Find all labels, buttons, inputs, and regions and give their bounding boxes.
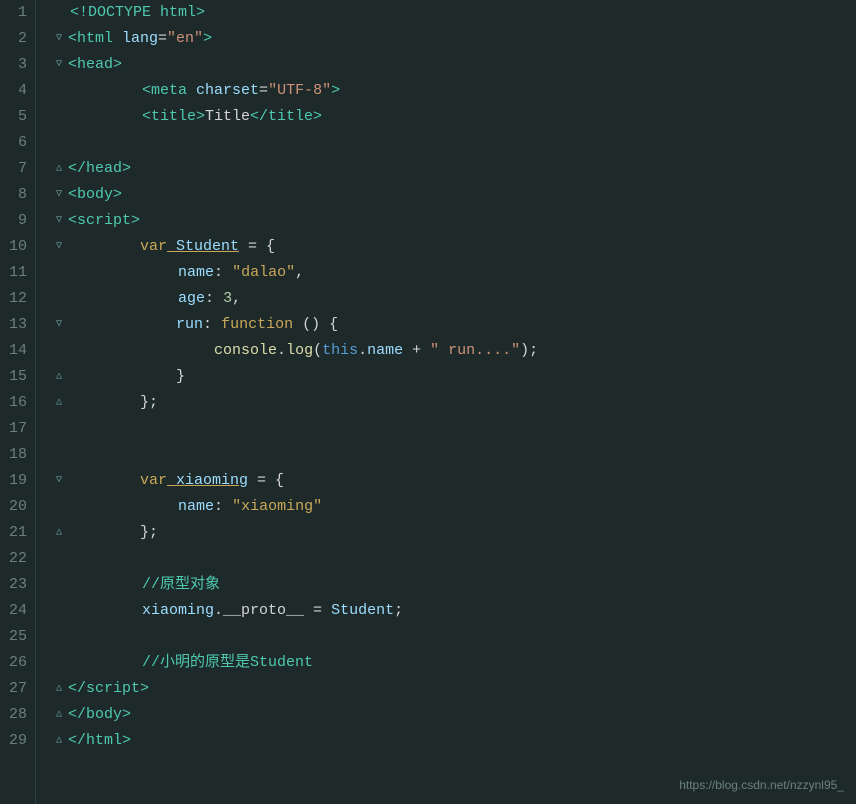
script-close: </script> (68, 676, 149, 702)
code-line-24: xiaoming.__proto__ = Student; (52, 598, 856, 624)
code-line-4: <meta charset="UTF-8"> (52, 78, 856, 104)
line-numbers: 1 2 3 4 5 6 7 8 9 10 11 12 13 14 15 16 1… (0, 0, 36, 804)
code-line-9: ▽ <script> (52, 208, 856, 234)
code-line-1: <!DOCTYPE html> (52, 0, 856, 26)
html-close: </html> (68, 728, 131, 754)
code-line-6 (52, 130, 856, 156)
code-line-27: △ </script> (52, 676, 856, 702)
ln-4: 4 (0, 78, 27, 104)
code-line-2: ▽ <html lang="en"> (52, 26, 856, 52)
fold-3[interactable]: ▽ (52, 58, 66, 72)
ln-9: 9 (0, 208, 27, 234)
ln-13: 13 (0, 312, 27, 338)
code-line-7: △ </head> (52, 156, 856, 182)
ln-8: 8 (0, 182, 27, 208)
code-line-16: △ }; (52, 390, 856, 416)
ln-10: 10 (0, 234, 27, 260)
comment-2: //小明的原型是Student (142, 650, 313, 676)
code-line-20: name: "xiaoming" (52, 494, 856, 520)
script-open: <script> (68, 208, 140, 234)
code-line-12: age: 3, (52, 286, 856, 312)
doctype: <!DOCTYPE html> (70, 0, 205, 26)
ln-12: 12 (0, 286, 27, 312)
fold-2[interactable]: ▽ (52, 32, 66, 46)
fold-9[interactable]: ▽ (52, 214, 66, 228)
ln-11: 11 (0, 260, 27, 286)
ln-3: 3 (0, 52, 27, 78)
code-line-14: console.log(this.name + " run...."); (52, 338, 856, 364)
body-close: </body> (68, 702, 131, 728)
ln-14: 14 (0, 338, 27, 364)
code-line-3: ▽ <head> (52, 52, 856, 78)
ln-17: 17 (0, 416, 27, 442)
head-open: <head> (68, 52, 122, 78)
code-line-25 (52, 624, 856, 650)
code-line-5: <title>Title</title> (52, 104, 856, 130)
code-line-22 (52, 546, 856, 572)
ln-19: 19 (0, 468, 27, 494)
ln-1: 1 (0, 0, 27, 26)
code-line-11: name: "dalao", (52, 260, 856, 286)
code-editor: 1 2 3 4 5 6 7 8 9 10 11 12 13 14 15 16 1… (0, 0, 856, 804)
ln-2: 2 (0, 26, 27, 52)
ln-20: 20 (0, 494, 27, 520)
fold-15[interactable]: △ (52, 370, 66, 384)
code-line-15: △ } (52, 364, 856, 390)
ln-22: 22 (0, 546, 27, 572)
code-line-23: //原型对象 (52, 572, 856, 598)
head-close: </head> (68, 156, 131, 182)
comment-1: //原型对象 (142, 572, 220, 598)
fold-8[interactable]: ▽ (52, 188, 66, 202)
code-line-17 (52, 416, 856, 442)
code-line-28: △ </body> (52, 702, 856, 728)
var-kw: var (140, 234, 167, 260)
fold-29[interactable]: △ (52, 734, 66, 748)
fold-13[interactable]: ▽ (52, 318, 66, 332)
code-line-19: ▽ var xiaoming = { (52, 468, 856, 494)
lang-attr: lang (122, 26, 158, 52)
ln-5: 5 (0, 104, 27, 130)
code-content: <!DOCTYPE html> ▽ <html lang="en"> ▽ <he… (36, 0, 856, 804)
ln-7: 7 (0, 156, 27, 182)
html-open: <html (68, 26, 122, 52)
ln-23: 23 (0, 572, 27, 598)
body-open: <body> (68, 182, 122, 208)
watermark: https://blog.csdn.net/nzzynl95_ (679, 772, 844, 798)
code-line-26: //小明的原型是Student (52, 650, 856, 676)
ln-18: 18 (0, 442, 27, 468)
code-line-10: ▽ var Student = { (52, 234, 856, 260)
fold-7[interactable]: △ (52, 162, 66, 176)
fold-28[interactable]: △ (52, 708, 66, 722)
code-line-8: ▽ <body> (52, 182, 856, 208)
fold-21[interactable]: △ (52, 526, 66, 540)
fold-10[interactable]: ▽ (52, 240, 66, 254)
ln-25: 25 (0, 624, 27, 650)
ln-21: 21 (0, 520, 27, 546)
fold-27[interactable]: △ (52, 682, 66, 696)
ln-27: 27 (0, 676, 27, 702)
code-line-13: ▽ run: function () { (52, 312, 856, 338)
fold-16[interactable]: △ (52, 396, 66, 410)
ln-24: 24 (0, 598, 27, 624)
ln-6: 6 (0, 130, 27, 156)
ln-29: 29 (0, 728, 27, 754)
ln-16: 16 (0, 390, 27, 416)
code-line-21: △ }; (52, 520, 856, 546)
ln-26: 26 (0, 650, 27, 676)
fold-19[interactable]: ▽ (52, 474, 66, 488)
ln-15: 15 (0, 364, 27, 390)
code-line-18 (52, 442, 856, 468)
function-kw: function (221, 312, 293, 338)
ln-28: 28 (0, 702, 27, 728)
code-line-29: △ </html> (52, 728, 856, 754)
